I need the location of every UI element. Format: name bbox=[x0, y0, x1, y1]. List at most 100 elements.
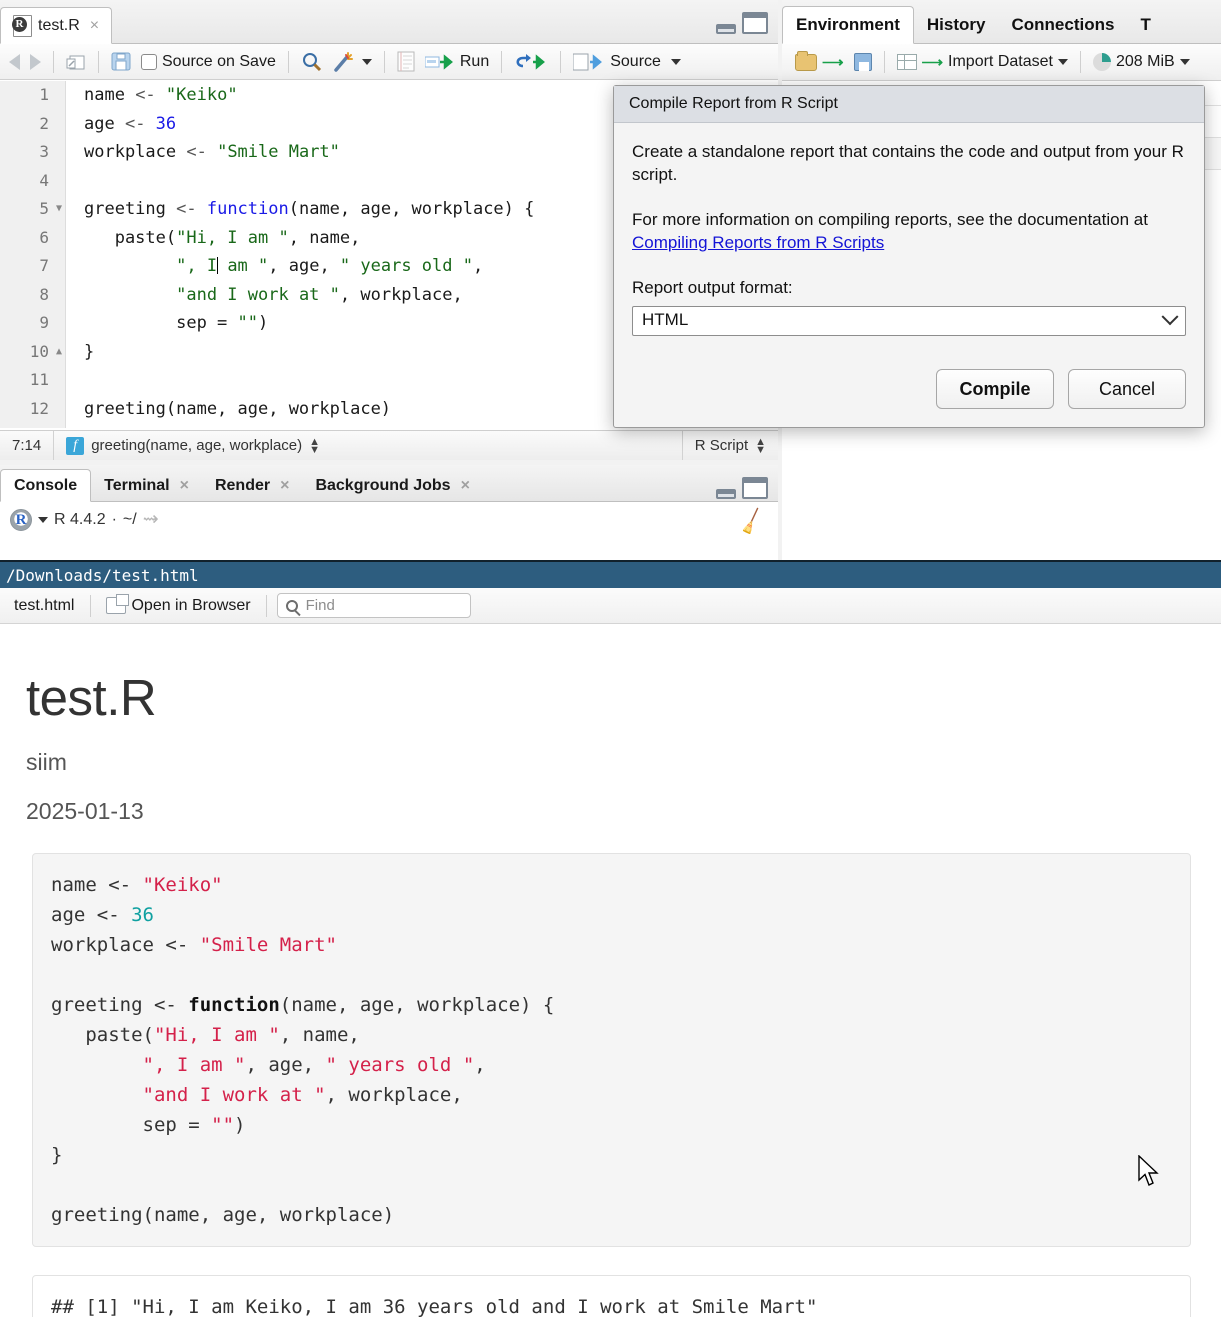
load-workspace-icon[interactable]: ⟶ bbox=[790, 50, 849, 73]
line-number: 1 bbox=[39, 85, 49, 104]
code-token: greeting bbox=[84, 199, 177, 219]
code-token: <- bbox=[153, 994, 189, 1016]
code-token: greeting bbox=[51, 994, 154, 1016]
line-number: 3 bbox=[39, 142, 49, 161]
code-token: <- bbox=[108, 874, 143, 896]
code-scope-selector[interactable]: f greeting(name, age, workplace) ▲ ▼ bbox=[54, 431, 332, 460]
code-token: am " bbox=[217, 256, 269, 276]
environment-toolbar: ⟶ ⟶ Import Dataset 208 MiB bbox=[782, 44, 1221, 81]
file-type-label: R Script bbox=[694, 437, 749, 454]
compile-report-icon[interactable] bbox=[392, 49, 420, 74]
chevron-down-icon[interactable] bbox=[1179, 59, 1190, 65]
open-in-browser-button[interactable]: Open in Browser bbox=[101, 594, 255, 617]
env-tab-connections[interactable]: Connections bbox=[998, 6, 1127, 44]
report-output-format-select[interactable]: HTML bbox=[632, 305, 1186, 336]
code-line: age <- 36 bbox=[51, 900, 1172, 930]
env-tab-history[interactable]: History bbox=[914, 6, 999, 44]
forward-arrow-icon[interactable] bbox=[25, 52, 46, 72]
find-replace-icon[interactable] bbox=[296, 49, 328, 75]
console-session-line: R 4.4.2 · ~/ ⇝ bbox=[0, 502, 778, 537]
maximize-pane-icon[interactable] bbox=[742, 477, 768, 499]
code-line: sep = "") bbox=[51, 1110, 1172, 1140]
code-line: "and I work at ", workplace, bbox=[51, 1080, 1172, 1110]
run-button[interactable]: Run bbox=[420, 51, 494, 73]
close-icon[interactable]: × bbox=[280, 477, 289, 495]
code-token: "Hi, I am " bbox=[153, 1024, 280, 1046]
source-tabbar: test.R × bbox=[0, 0, 778, 44]
minimize-pane-icon[interactable] bbox=[716, 489, 736, 499]
code-token: , workplace, bbox=[325, 1084, 463, 1106]
report-code-block: name <- "Keiko" age <- 36 workplace <- "Sm… bbox=[32, 853, 1191, 1247]
editor-tab-test-r[interactable]: test.R × bbox=[0, 7, 113, 44]
console-tabbar: Console Terminal × Render × Background Jobs × bbox=[0, 465, 778, 502]
cancel-button[interactable]: Cancel bbox=[1068, 369, 1186, 409]
code-token: "Keiko" bbox=[165, 85, 238, 105]
working-directory-label[interactable]: ~/ bbox=[123, 511, 137, 529]
chevron-down-icon[interactable] bbox=[361, 58, 372, 65]
compiling-reports-link[interactable]: Compiling Reports from R Scripts bbox=[632, 233, 884, 252]
code-token: workplace bbox=[84, 142, 187, 162]
code-line: workplace <- "Smile Mart" bbox=[51, 930, 1172, 960]
env-tab-t[interactable]: T bbox=[1127, 6, 1163, 44]
code-token: 36 bbox=[155, 113, 177, 134]
code-token: <- bbox=[96, 904, 132, 926]
rerun-button[interactable] bbox=[509, 51, 553, 73]
line-number: 7 bbox=[39, 256, 49, 275]
divider bbox=[287, 50, 289, 73]
find-input[interactable]: Find bbox=[276, 593, 471, 618]
divider bbox=[98, 50, 99, 73]
report-author: siim bbox=[26, 749, 67, 775]
line-number: 9 bbox=[39, 313, 49, 332]
cursor-position: 7:14 bbox=[12, 437, 42, 454]
back-arrow-icon[interactable] bbox=[4, 52, 25, 72]
code-token: sep = bbox=[84, 313, 238, 333]
show-in-new-window-icon[interactable] bbox=[61, 51, 91, 73]
import-dataset-button[interactable]: ⟶ Import Dataset bbox=[892, 51, 1073, 73]
fold-toggle-icon[interactable]: ▼ bbox=[56, 195, 62, 224]
console-tab-console[interactable]: Console bbox=[0, 469, 92, 502]
save-icon[interactable] bbox=[106, 50, 136, 73]
editor-tab-label: test.R bbox=[38, 16, 80, 34]
console-tab-render[interactable]: Render × bbox=[202, 469, 302, 502]
environment-tabbar: Environment History Connections T bbox=[782, 0, 1221, 44]
open-directory-icon[interactable]: ⇝ bbox=[143, 508, 159, 531]
fold-toggle-icon[interactable]: ▲ bbox=[56, 338, 62, 367]
code-token: " years old " bbox=[325, 1054, 475, 1076]
code-token: paste( bbox=[51, 1024, 154, 1046]
console-output[interactable]: R 4.4.2 · ~/ ⇝ 🧹 bbox=[0, 502, 778, 560]
source-on-save-checkbox[interactable]: Source on Save bbox=[136, 51, 281, 73]
file-type-selector[interactable]: R Script ▲ ▼ bbox=[683, 431, 778, 460]
chevron-updown-icon[interactable]: ▲ ▼ bbox=[755, 436, 766, 455]
code-token: name bbox=[51, 874, 109, 896]
r-logo-icon[interactable] bbox=[10, 508, 32, 531]
compile-report-dialog: Compile Report from R Script Create a st… bbox=[613, 85, 1205, 428]
source-button[interactable]: Source bbox=[568, 51, 666, 73]
save-workspace-icon[interactable] bbox=[849, 51, 877, 73]
minimize-pane-icon[interactable] bbox=[716, 24, 736, 34]
env-tab-environment[interactable]: Environment bbox=[782, 6, 914, 44]
close-icon[interactable]: × bbox=[180, 477, 189, 495]
console-tab-background-jobs[interactable]: Background Jobs × bbox=[302, 469, 482, 502]
code-token: , name, bbox=[288, 227, 361, 248]
chevron-down-icon[interactable] bbox=[1057, 59, 1068, 65]
compile-button[interactable]: Compile bbox=[936, 369, 1054, 409]
console-pane-window-controls bbox=[716, 477, 768, 499]
code-token: ) bbox=[234, 1114, 246, 1136]
line-number: 8 bbox=[39, 284, 49, 304]
close-icon[interactable]: × bbox=[90, 17, 99, 35]
code-token: , bbox=[472, 256, 484, 276]
code-tools-magic-wand-icon[interactable] bbox=[328, 49, 377, 75]
close-icon[interactable]: × bbox=[461, 477, 470, 495]
divider bbox=[383, 50, 385, 73]
source-dropdown-chevron-icon[interactable] bbox=[666, 57, 686, 67]
line-number: 11 bbox=[29, 370, 49, 389]
console-tab-terminal[interactable]: Terminal × bbox=[91, 469, 202, 502]
maximize-pane-icon[interactable] bbox=[742, 12, 768, 34]
chevron-updown-icon[interactable]: ▲ ▼ bbox=[309, 436, 320, 455]
chevron-down-icon[interactable] bbox=[38, 516, 48, 523]
code-token: , age, bbox=[268, 256, 340, 276]
memory-usage-button[interactable]: 208 MiB bbox=[1088, 51, 1195, 73]
code-token: , name, bbox=[279, 1024, 360, 1046]
function-icon: f bbox=[66, 436, 85, 455]
